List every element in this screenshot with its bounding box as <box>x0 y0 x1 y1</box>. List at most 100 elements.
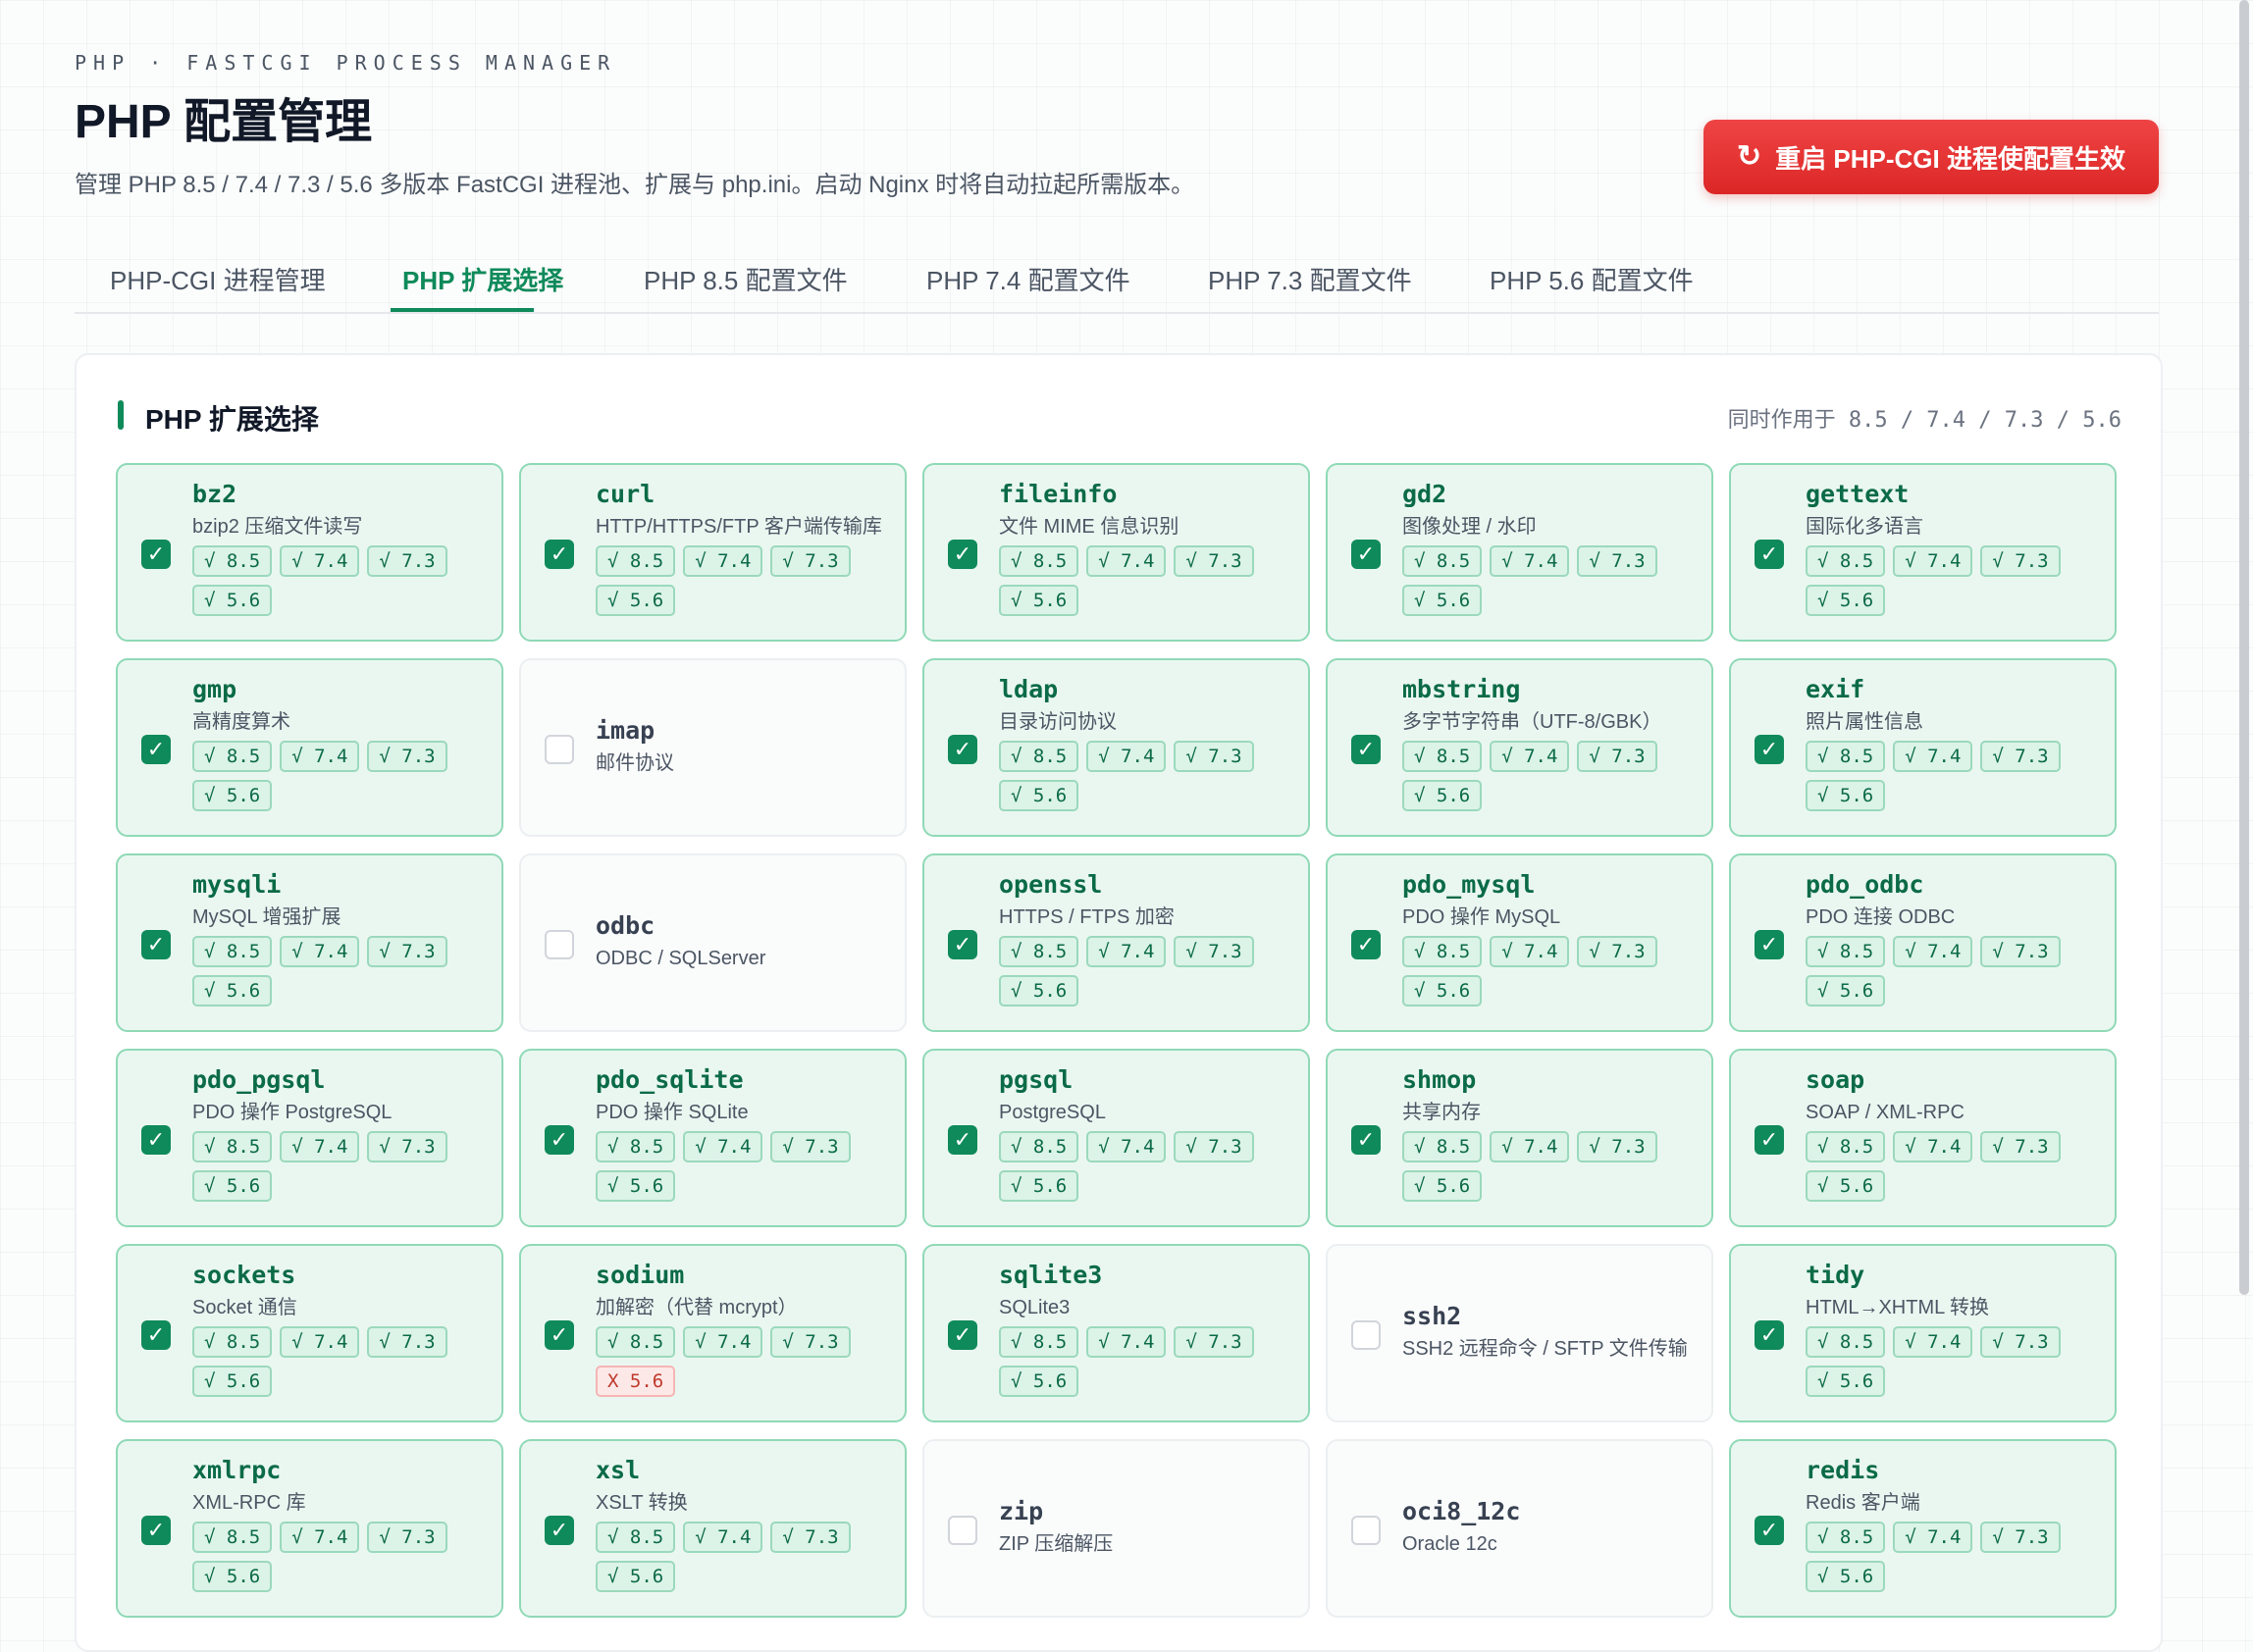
extension-checkbox[interactable]: ✓ <box>1755 930 1784 959</box>
active-tab-indicator <box>391 308 534 312</box>
extension-card-gettext[interactable]: ✓ gettext 国际化多语言 √ 8.5 √ 7.4 √ 7.3 √ 5.6 <box>1729 463 2117 642</box>
extension-description: 目录访问协议 <box>999 711 1117 733</box>
extension-card-zip[interactable]: ✓ zip ZIP 压缩解压 <box>922 1439 1310 1618</box>
restart-php-cgi-button[interactable]: ↻ 重启 PHP-CGI 进程使配置生效 <box>1703 120 2159 194</box>
version-badge-supported: √ 7.4 <box>1893 936 1973 967</box>
extension-card-exif[interactable]: ✓ exif 照片属性信息 √ 8.5 √ 7.4 √ 7.3 √ 5.6 <box>1729 658 2117 837</box>
extension-description: 邮件协议 <box>596 752 674 774</box>
extension-checkbox[interactable]: ✓ <box>948 1125 977 1155</box>
extension-checkbox[interactable]: ✓ <box>545 930 574 959</box>
extension-checkbox[interactable]: ✓ <box>545 540 574 569</box>
extension-card-gmp[interactable]: ✓ gmp 高精度算术 √ 8.5 √ 7.4 √ 7.3 √ 5.6 <box>116 658 503 837</box>
extension-checkbox[interactable]: ✓ <box>1755 540 1784 569</box>
extension-card-mysqli[interactable]: ✓ mysqli MySQL 增强扩展 √ 8.5 √ 7.4 √ 7.3 √ 5.6 <box>116 853 503 1032</box>
extension-card-sqlite3[interactable]: ✓ sqlite3 SQLite3 √ 8.5 √ 7.4 √ 7.3 √ 5.6 <box>922 1244 1310 1422</box>
extension-card-mbstring[interactable]: ✓ mbstring 多字节字符串（UTF-8/GBK） √ 8.5 √ 7.4 √ 7.… <box>1326 658 1713 837</box>
extension-name: soap <box>1806 1065 1865 1094</box>
extension-name: fileinfo <box>999 480 1118 508</box>
extension-checkbox[interactable]: ✓ <box>141 1516 171 1545</box>
extension-card-openssl[interactable]: ✓ openssl HTTPS / FTPS 加密 √ 8.5 √ 7.4 √ 7.3 √ … <box>922 853 1310 1032</box>
extension-info: pdo_sqlite PDO 操作 SQLite √ 8.5 √ 7.4 √ 7.3 √ … <box>596 1064 893 1202</box>
extension-checkbox[interactable]: ✓ <box>948 930 977 959</box>
tab-extension-select[interactable]: PHP 扩展选择 <box>402 261 563 297</box>
extension-checkbox[interactable]: ✓ <box>545 735 574 764</box>
version-badge-supported: √ 7.3 <box>770 1326 851 1358</box>
extension-checkbox[interactable]: ✓ <box>1351 540 1381 569</box>
extension-checkbox[interactable]: ✓ <box>1755 1516 1784 1545</box>
extension-checkbox[interactable]: ✓ <box>141 930 171 959</box>
extension-card-sockets[interactable]: ✓ sockets Socket 通信 √ 8.5 √ 7.4 √ 7.3 √ 5.6 <box>116 1244 503 1422</box>
version-badges: √ 8.5 √ 7.4 √ 7.3 √ 5.6 <box>1806 1131 2100 1202</box>
version-badge-supported: √ 7.3 <box>1174 1131 1254 1162</box>
extension-checkbox[interactable]: ✓ <box>1755 735 1784 764</box>
version-badges: √ 8.5 √ 7.4 √ 7.3 X 5.6 <box>596 1326 890 1397</box>
extension-checkbox[interactable]: ✓ <box>948 1320 977 1350</box>
extension-card-pdo_odbc[interactable]: ✓ pdo_odbc PDO 连接 ODBC √ 8.5 √ 7.4 √ 7.3 √ 5.6 <box>1729 853 2117 1032</box>
extension-checkbox[interactable]: ✓ <box>1351 735 1381 764</box>
extension-card-tidy[interactable]: ✓ tidy HTML→XHTML 转换 √ 8.5 √ 7.4 √ 7.3 √ 5.6 <box>1729 1244 2117 1422</box>
extension-name: xsl <box>596 1456 641 1484</box>
extension-card-ssh2[interactable]: ✓ ssh2 SSH2 远程命令 / SFTP 文件传输 <box>1326 1244 1713 1422</box>
extension-card-pdo_sqlite[interactable]: ✓ pdo_sqlite PDO 操作 SQLite √ 8.5 √ 7.4 √ 7.3 √… <box>519 1049 907 1227</box>
version-badge-supported: √ 8.5 <box>1806 1326 1886 1358</box>
extension-card-pdo_mysql[interactable]: ✓ pdo_mysql PDO 操作 MySQL √ 8.5 √ 7.4 √ 7.3 √ 5… <box>1326 853 1713 1032</box>
extension-card-oci8_12c[interactable]: ✓ oci8_12c Oracle 12c <box>1326 1439 1713 1618</box>
extension-checkbox[interactable]: ✓ <box>1351 1125 1381 1155</box>
extension-card-imap[interactable]: ✓ imap 邮件协议 <box>519 658 907 837</box>
extension-checkbox[interactable]: ✓ <box>141 540 171 569</box>
extension-card-sodium[interactable]: ✓ sodium 加解密（代替 mcrypt） √ 8.5 √ 7.4 √ 7.3 X 5.… <box>519 1244 907 1422</box>
extension-name: imap <box>596 716 655 745</box>
page-scrollbar[interactable] <box>2239 0 2249 1295</box>
extension-checkbox[interactable]: ✓ <box>948 735 977 764</box>
extension-checkbox[interactable]: ✓ <box>545 1516 574 1545</box>
version-badge-unsupported: X 5.6 <box>596 1366 676 1397</box>
extension-name: mbstring <box>1402 675 1521 703</box>
extension-checkbox[interactable]: ✓ <box>141 1125 171 1155</box>
extension-info: openssl HTTPS / FTPS 加密 √ 8.5 √ 7.4 √ 7.3 √ 5… <box>999 869 1296 1007</box>
extension-info: oci8_12c Oracle 12c <box>1402 1496 1700 1559</box>
version-badge-supported: √ 5.6 <box>1806 780 1886 811</box>
extension-card-ldap[interactable]: ✓ ldap 目录访问协议 √ 8.5 √ 7.4 √ 7.3 √ 5.6 <box>922 658 1310 837</box>
extension-card-odbc[interactable]: ✓ odbc ODBC / SQLServer <box>519 853 907 1032</box>
extension-name: curl <box>596 480 655 508</box>
tab-process-manager[interactable]: PHP-CGI 进程管理 <box>110 261 326 297</box>
extension-card-bz2[interactable]: ✓ bz2 bzip2 压缩文件读写 √ 8.5 √ 7.4 √ 7.3 √ 5.6 <box>116 463 503 642</box>
extension-card-redis[interactable]: ✓ redis Redis 客户端 √ 8.5 √ 7.4 √ 7.3 √ 5.6 <box>1729 1439 2117 1618</box>
extension-info: ssh2 SSH2 远程命令 / SFTP 文件传输 <box>1402 1301 1700 1364</box>
extension-description: SSH2 远程命令 / SFTP 文件传输 <box>1402 1338 1688 1360</box>
version-badge-supported: √ 7.3 <box>1980 1131 2061 1162</box>
extension-checkbox[interactable]: ✓ <box>948 1516 977 1545</box>
extension-card-xsl[interactable]: ✓ xsl XSLT 转换 √ 8.5 √ 7.4 √ 7.3 √ 5.6 <box>519 1439 907 1618</box>
version-badge-supported: √ 8.5 <box>192 741 273 772</box>
tab-php73-config[interactable]: PHP 7.3 配置文件 <box>1208 261 1412 297</box>
extension-checkbox[interactable]: ✓ <box>948 540 977 569</box>
extension-card-gd2[interactable]: ✓ gd2 图像处理 / 水印 √ 8.5 √ 7.4 √ 7.3 √ 5.6 <box>1326 463 1713 642</box>
extension-checkbox[interactable]: ✓ <box>545 1125 574 1155</box>
extension-card-shmop[interactable]: ✓ shmop 共享内存 √ 8.5 √ 7.4 √ 7.3 √ 5.6 <box>1326 1049 1713 1227</box>
extension-checkbox[interactable]: ✓ <box>545 1320 574 1350</box>
extension-checkbox[interactable]: ✓ <box>141 735 171 764</box>
extension-card-pgsql[interactable]: ✓ pgsql PostgreSQL √ 8.5 √ 7.4 √ 7.3 √ 5.6 <box>922 1049 1310 1227</box>
extension-checkbox[interactable]: ✓ <box>1755 1125 1784 1155</box>
extension-card-pdo_pgsql[interactable]: ✓ pdo_pgsql PDO 操作 PostgreSQL √ 8.5 √ 7.4 √ 7… <box>116 1049 503 1227</box>
extension-checkbox[interactable]: ✓ <box>141 1320 171 1350</box>
extension-name: oci8_12c <box>1402 1497 1521 1525</box>
tab-php56-config[interactable]: PHP 5.6 配置文件 <box>1490 261 1694 297</box>
tab-php85-config[interactable]: PHP 8.5 配置文件 <box>644 261 848 297</box>
extension-checkbox[interactable]: ✓ <box>1351 1320 1381 1350</box>
extension-card-xmlrpc[interactable]: ✓ xmlrpc XML-RPC 库 √ 8.5 √ 7.4 √ 7.3 √ 5.6 <box>116 1439 503 1618</box>
tab-php74-config[interactable]: PHP 7.4 配置文件 <box>926 261 1130 297</box>
extension-checkbox[interactable]: ✓ <box>1755 1320 1784 1350</box>
extension-checkbox[interactable]: ✓ <box>1351 930 1381 959</box>
restart-button-label: 重启 PHP-CGI 进程使配置生效 <box>1775 143 2125 174</box>
version-badge-supported: √ 5.6 <box>1402 585 1483 616</box>
extension-card-fileinfo[interactable]: ✓ fileinfo 文件 MIME 信息识别 √ 8.5 √ 7.4 √ 7.3 √ 5.… <box>922 463 1310 642</box>
extension-card-curl[interactable]: ✓ curl HTTP/HTTPS/FTP 客户端传输库 √ 8.5 √ 7.4 √ 7.… <box>519 463 907 642</box>
version-badge-supported: √ 5.6 <box>1806 975 1886 1007</box>
extension-info: ldap 目录访问协议 √ 8.5 √ 7.4 √ 7.3 √ 5.6 <box>999 674 1296 811</box>
extension-checkbox[interactable]: ✓ <box>1351 1516 1381 1545</box>
extension-description: ODBC / SQLServer <box>596 948 766 969</box>
extension-info: sodium 加解密（代替 mcrypt） √ 8.5 √ 7.4 √ 7.3 X 5.6 <box>596 1260 893 1397</box>
extension-card-soap[interactable]: ✓ soap SOAP / XML-RPC √ 8.5 √ 7.4 √ 7.3 √ 5.6 <box>1729 1049 2117 1227</box>
extension-description: bzip2 压缩文件读写 <box>192 516 363 538</box>
